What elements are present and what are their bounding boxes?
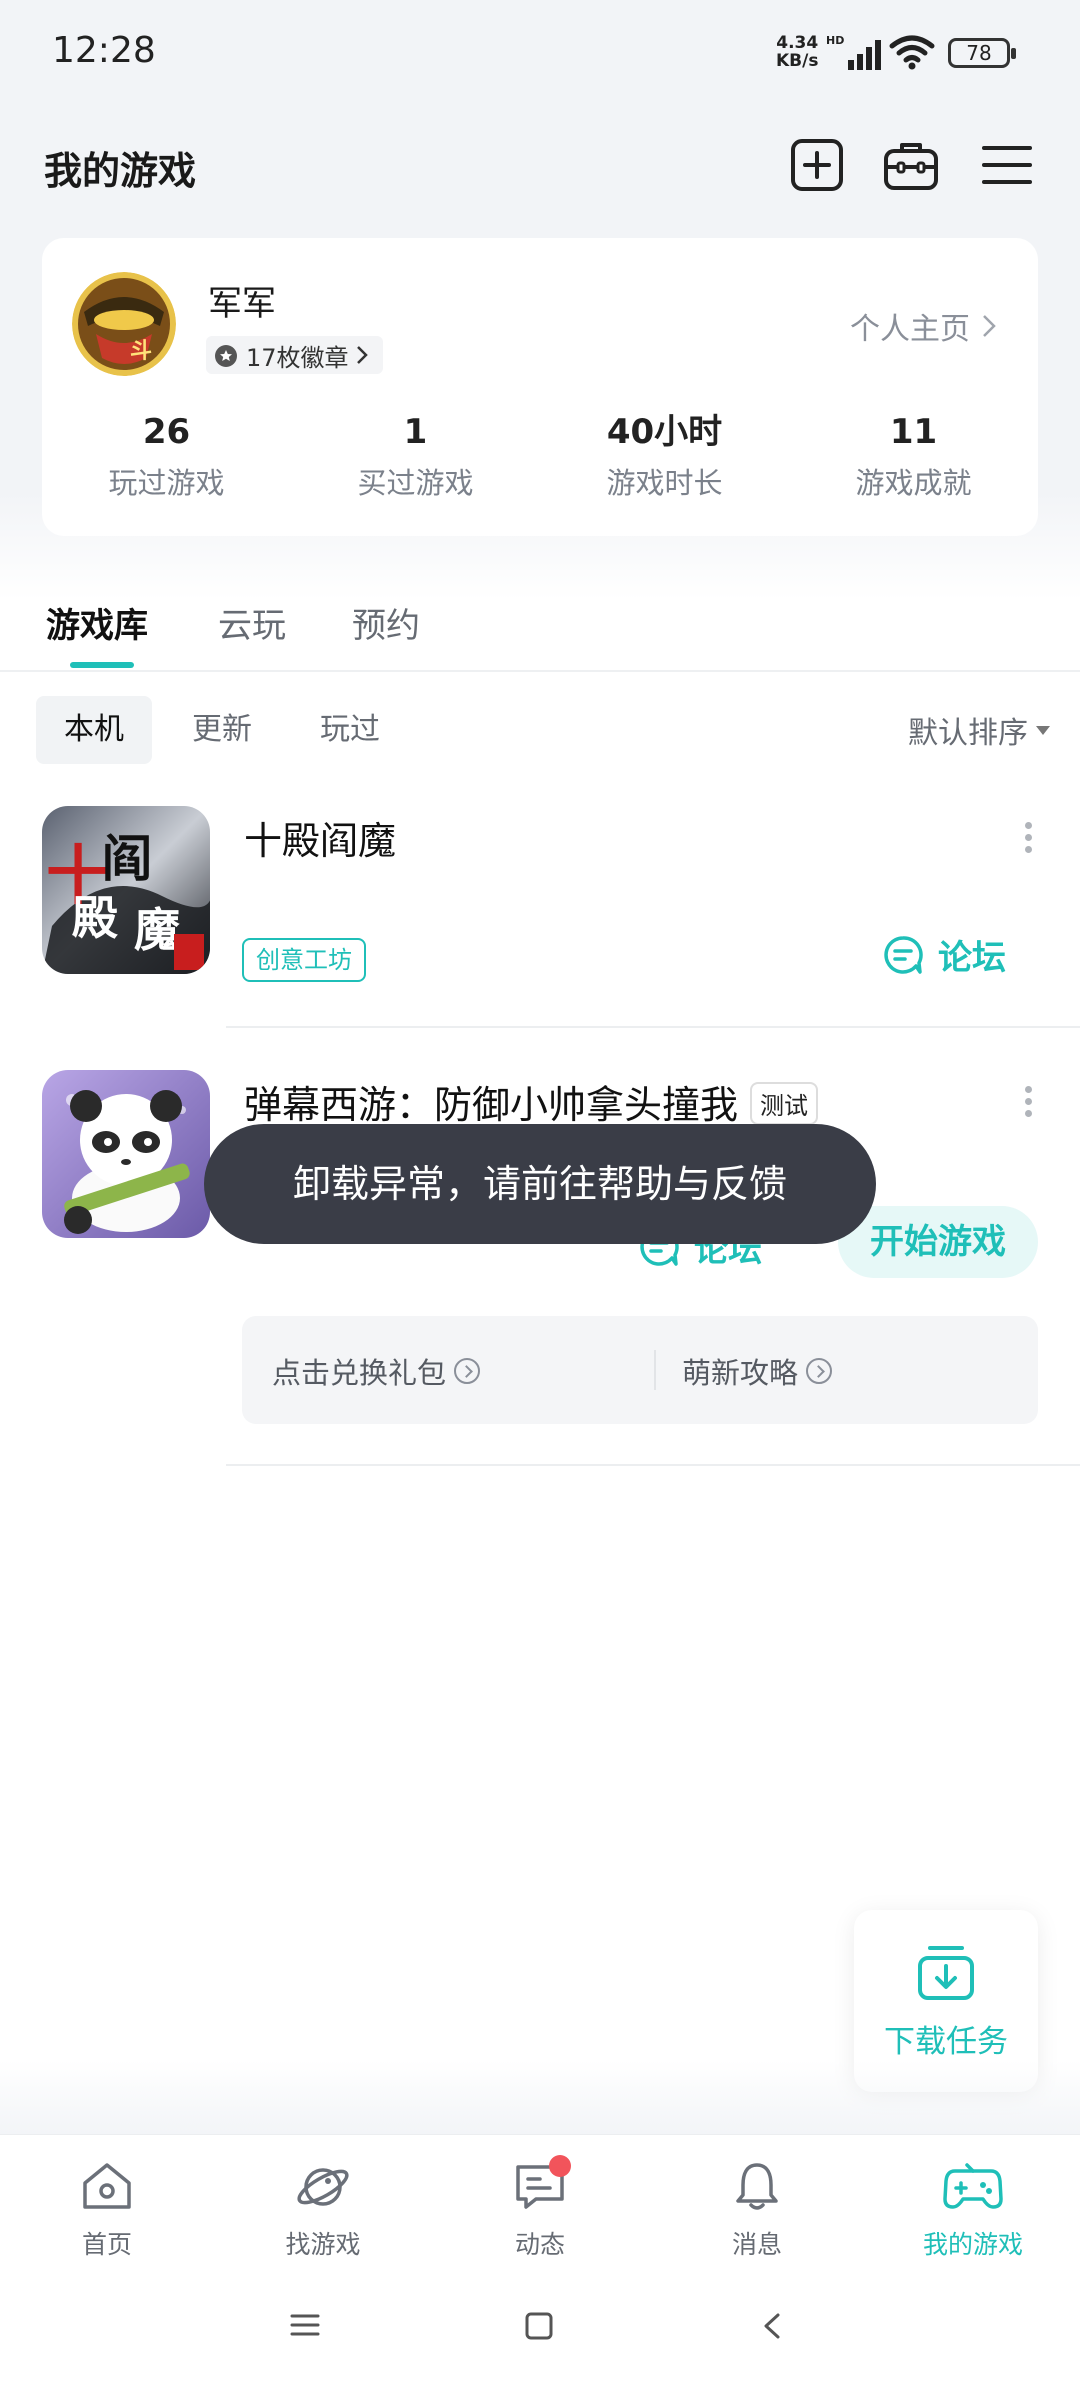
game-quick-links: 点击兑换礼包 萌新攻略	[242, 1316, 1038, 1424]
divider	[654, 1350, 656, 1390]
nav-home[interactable]: 首页	[22, 2159, 192, 2261]
svg-text:魔: 魔	[134, 903, 180, 957]
nav-find-games[interactable]: 找游戏	[238, 2159, 408, 2261]
forum-button[interactable]: 论坛	[882, 930, 1006, 979]
row-divider	[226, 1026, 1080, 1028]
nav-label: 动态	[514, 2230, 565, 2259]
network-speed-value: 4.34	[776, 33, 819, 53]
bottom-fade	[0, 2060, 1080, 2140]
stat-value: 11	[889, 412, 938, 452]
briefcase-icon[interactable]	[882, 136, 940, 194]
nav-label: 我的游戏	[922, 2230, 1023, 2259]
forum-label: 论坛	[938, 938, 1006, 978]
circle-arrow-icon	[806, 1358, 833, 1384]
tab-game-library[interactable]: 游戏库	[46, 598, 148, 647]
svg-text:殿: 殿	[72, 891, 118, 945]
signal-icon: HD	[826, 34, 881, 70]
status-time: 12:28	[52, 30, 156, 71]
game-title[interactable]: 弹幕西游：防御小帅拿头撞我 测试	[244, 1074, 819, 1129]
active-tab-indicator	[70, 662, 134, 668]
network-speed: 4.34 KB/s	[776, 34, 818, 70]
stat-label: 买过游戏	[357, 466, 474, 500]
stat-label: 游戏时长	[606, 466, 723, 500]
toast-message: 卸载异常，请前往帮助与反馈	[204, 1124, 876, 1244]
stat-value: 40小时	[606, 412, 723, 452]
nav-label: 消息	[731, 2230, 782, 2259]
notification-dot	[549, 2155, 571, 2177]
redeem-gift-label: 点击兑换礼包	[272, 1356, 447, 1390]
bell-icon	[736, 2163, 778, 2210]
tab-cloud-play[interactable]: 云玩	[218, 598, 286, 647]
caret-down-icon	[1036, 725, 1050, 735]
chevron-right-icon	[983, 315, 996, 337]
nav-label: 首页	[81, 2230, 132, 2259]
svg-text:阎: 阎	[102, 829, 152, 888]
stat-label: 游戏成就	[855, 466, 972, 500]
beginner-guide-label: 萌新攻略	[682, 1356, 799, 1390]
page-title: 我的游戏	[44, 149, 197, 193]
circle-arrow-icon	[454, 1358, 481, 1384]
more-options-icon[interactable]	[1018, 1082, 1038, 1122]
test-badge: 测试	[750, 1082, 819, 1125]
row-divider	[226, 1464, 1080, 1466]
homepage-link-label: 个人主页	[850, 312, 970, 347]
workshop-tag[interactable]: 创意工坊	[242, 938, 366, 982]
network-speed-unit: KB/s	[776, 51, 819, 71]
game-title-text: 弹幕西游：防御小帅拿头撞我	[244, 1083, 739, 1127]
main-tabs: 游戏库 云玩 预约	[0, 574, 1080, 672]
game-title[interactable]: 十殿阎魔	[244, 810, 396, 865]
profile-stats: 26 玩过游戏 1 买过游戏 40小时 游戏时长 11 游戏成就	[42, 410, 1038, 502]
system-back-icon[interactable]	[762, 2312, 782, 2342]
homepage-link[interactable]: 个人主页	[850, 304, 998, 348]
download-tray-icon	[918, 1946, 974, 2000]
add-square-icon[interactable]	[788, 136, 846, 194]
more-options-icon[interactable]	[1018, 818, 1038, 858]
forum-icon	[884, 935, 923, 974]
gamepad-icon	[943, 2163, 1003, 2209]
start-game-button[interactable]: 开始游戏	[838, 1206, 1038, 1278]
download-tasks-label: 下载任务	[884, 2024, 1008, 2060]
nav-my-games[interactable]: 我的游戏	[888, 2159, 1058, 2261]
nav-label: 找游戏	[285, 2230, 361, 2259]
system-home-icon[interactable]	[524, 2312, 554, 2342]
sort-label: 默认排序	[908, 716, 1028, 751]
game-icon[interactable]	[42, 1070, 210, 1238]
wifi-icon	[889, 35, 935, 70]
nav-feed[interactable]: 动态	[455, 2155, 625, 2261]
game-icon[interactable]: 十 阎 殿 魔	[42, 806, 210, 974]
bottom-nav: 首页 找游戏 动态 消息 我的游戏	[0, 2134, 1080, 2400]
battery-indicator: 78	[948, 38, 1016, 68]
subtab-played[interactable]: 玩过	[292, 696, 408, 764]
username: 军军	[208, 284, 276, 324]
stat-played-games[interactable]: 26 玩过游戏	[42, 410, 291, 502]
stat-achievements[interactable]: 11 游戏成就	[789, 410, 1038, 502]
nav-messages[interactable]: 消息	[672, 2159, 842, 2261]
badges-count: 17枚徽章	[246, 343, 349, 372]
beginner-guide-link[interactable]: 萌新攻略	[682, 1350, 833, 1392]
stat-label: 玩过游戏	[108, 466, 225, 500]
profile-card[interactable]: 斗 军军 17枚徽章 个人主页 26 玩过游戏 1 买过游戏 40小时 游戏时长	[42, 238, 1038, 536]
planet-icon	[297, 2168, 349, 2206]
stat-bought-games[interactable]: 1 买过游戏	[291, 410, 540, 502]
stat-value: 1	[403, 412, 428, 452]
chevron-right-icon	[356, 346, 368, 364]
subtab-updates[interactable]: 更新	[164, 696, 280, 764]
subtab-local[interactable]: 本机	[36, 696, 152, 764]
tab-reservations[interactable]: 预约	[352, 598, 420, 647]
menu-icon[interactable]	[978, 136, 1036, 194]
badges-pill[interactable]: 17枚徽章	[206, 336, 383, 374]
medal-icon	[215, 345, 237, 367]
network-type-label: HD	[826, 34, 844, 47]
system-menu-icon[interactable]	[290, 2312, 320, 2338]
status-bar: 12:28 4.34 KB/s HD 78	[0, 0, 1080, 110]
avatar[interactable]: 斗	[72, 272, 176, 376]
redeem-gift-link[interactable]: 点击兑换礼包	[272, 1350, 481, 1392]
stat-play-time[interactable]: 40小时 游戏时长	[540, 410, 789, 502]
sort-select[interactable]: 默认排序	[908, 708, 1050, 752]
svg-text:斗: 斗	[130, 339, 152, 364]
home-icon	[83, 2163, 131, 2209]
stat-value: 26	[142, 412, 191, 452]
